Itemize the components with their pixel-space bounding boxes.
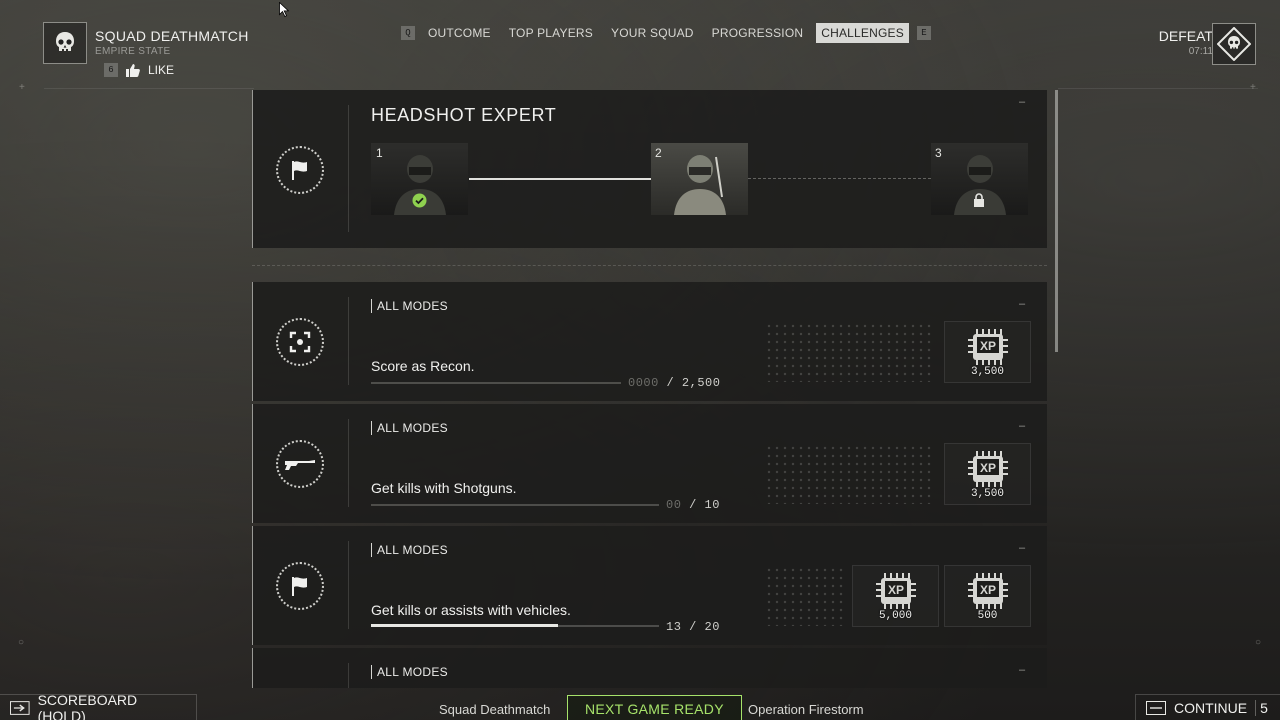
corner-mark: + [19, 82, 25, 93]
thumbs-up-icon [126, 63, 140, 77]
continue-key-icon [1146, 701, 1166, 715]
next-game-ready-indicator: NEXT GAME READY [567, 695, 742, 720]
challenge-1-reward-xp: XP 3,500 [944, 321, 1031, 383]
featured-title: HEADSHOT EXPERT [371, 105, 557, 125]
tab-top-players[interactable]: TOP PLAYERS [504, 23, 598, 43]
challenge-3-progress-bar [371, 624, 659, 627]
xp-label: XP [979, 461, 995, 475]
challenge-2-modes: ALL MODES [371, 421, 448, 435]
challenge-1-progress-bar [371, 382, 621, 384]
decorative-dots [765, 566, 845, 626]
tier-number-1: 1 [376, 146, 383, 160]
featured-collapse-button[interactable]: – [1019, 96, 1025, 108]
tab-progression[interactable]: PROGRESSION [707, 23, 809, 43]
challenge-2-progress-text: 00 / 10 [666, 498, 720, 512]
tier-number-2: 2 [655, 146, 662, 160]
like-button[interactable]: 6 LIKE [104, 63, 174, 77]
xp-chip-icon: XP [967, 451, 1008, 487]
challenge-3-modes: ALL MODES [371, 543, 448, 557]
challenge-1-description: Score as Recon. [371, 358, 475, 374]
soldier-portrait-icon [673, 155, 726, 215]
challenge-2-badge [276, 440, 324, 488]
diamond-skull-icon [1217, 27, 1251, 61]
next-mode-label: Operation Firestorm [748, 702, 864, 717]
challenge-1-modes: ALL MODES [371, 299, 448, 313]
lock-icon [974, 193, 984, 207]
check-icon [412, 193, 427, 208]
tier-card-3[interactable] [931, 143, 1028, 215]
reward-value: 5,000 [878, 610, 912, 622]
decorative-dots [765, 444, 935, 504]
corner-mark: ○ [18, 637, 25, 648]
defeat-badge [1212, 23, 1256, 65]
scoreboard-key-icon [10, 701, 30, 715]
like-key-hint: 6 [104, 63, 118, 77]
tier-progress-line-locked [748, 178, 931, 179]
challenge-1-collapse-button[interactable]: – [1019, 298, 1025, 310]
reward-value: 3,500 [970, 366, 1004, 378]
tab-prev-key-hint[interactable]: Q [401, 26, 415, 40]
tier-number-3: 3 [935, 146, 942, 160]
challenge-3-badge [276, 562, 324, 610]
corner-mark: ○ [1255, 637, 1262, 648]
skull-icon [56, 32, 74, 51]
progress-fill [371, 624, 559, 627]
flag-icon [292, 161, 307, 180]
challenge-2-collapse-button[interactable]: – [1019, 420, 1025, 432]
challenge-2-progress-bar [371, 504, 659, 506]
tab-challenges[interactable]: CHALLENGES [816, 23, 909, 43]
reward-value: 3,500 [970, 488, 1004, 500]
crosshair-icon [289, 331, 311, 353]
challenge-3-description: Get kills or assists with vehicles. [371, 602, 571, 618]
xp-chip-icon: XP [875, 573, 916, 609]
challenge-1-progress-text: 0000 / 2,500 [628, 376, 721, 390]
like-label: LIKE [148, 63, 175, 77]
continue-button[interactable]: CONTINUE 5 [1135, 694, 1280, 720]
featured-badge [276, 146, 324, 194]
reward-value: 500 [977, 610, 998, 622]
challenges-scrollbar[interactable] [1055, 90, 1058, 352]
continue-countdown: 5 [1255, 700, 1268, 716]
map-name: EMPIRE STATE [95, 46, 171, 57]
shotgun-icon [285, 460, 315, 470]
tier-card-2[interactable] [651, 143, 748, 215]
xp-chip-icon: XP [967, 329, 1008, 365]
tab-outcome[interactable]: OUTCOME [423, 23, 496, 43]
match-time: 07:11 [1188, 46, 1213, 57]
tab-next-key-hint[interactable]: E [916, 26, 931, 40]
challenge-2-reward-xp: XP 3,500 [944, 443, 1031, 505]
section-divider [252, 265, 1047, 266]
xp-label: XP [979, 339, 995, 353]
challenge-4-collapse-button[interactable]: – [1019, 664, 1025, 676]
challenge-3-collapse-button[interactable]: – [1019, 542, 1025, 554]
tier-card-1[interactable] [371, 143, 468, 215]
tab-your-squad[interactable]: YOUR SQUAD [606, 23, 699, 43]
challenge-2-description: Get kills with Shotguns. [371, 480, 517, 496]
mode-skull-badge [43, 22, 87, 64]
scoreboard-label: SCOREBOARD (HOLD) [37, 692, 138, 720]
challenge-3-reward-xp-2: XP 500 [944, 565, 1031, 627]
challenge-4-modes: ALL MODES [371, 665, 448, 679]
challenge-3-progress-text: 13 / 20 [666, 620, 720, 634]
current-mode-label: Squad Deathmatch [439, 702, 551, 717]
decorative-dots [765, 322, 935, 382]
challenge-1-badge [276, 318, 324, 366]
tab-bar: Q OUTCOME TOP PLAYERS YOUR SQUAD PROGRES… [401, 23, 931, 43]
xp-label: XP [887, 583, 903, 597]
challenge-3-reward-xp-1: XP 5,000 [852, 565, 939, 627]
continue-label: CONTINUE [1174, 700, 1248, 716]
tier-progress-line-completed [469, 178, 651, 180]
xp-chip-icon: XP [967, 573, 1008, 609]
match-result: DEFEAT [1158, 28, 1213, 44]
corner-mark: + [1250, 82, 1256, 93]
xp-label: XP [979, 583, 995, 597]
mode-title: SQUAD DEATHMATCH [95, 28, 249, 44]
flag-icon [292, 577, 307, 596]
scoreboard-button[interactable]: SCOREBOARD (HOLD) [0, 692, 197, 720]
mouse-cursor-icon [279, 2, 289, 17]
